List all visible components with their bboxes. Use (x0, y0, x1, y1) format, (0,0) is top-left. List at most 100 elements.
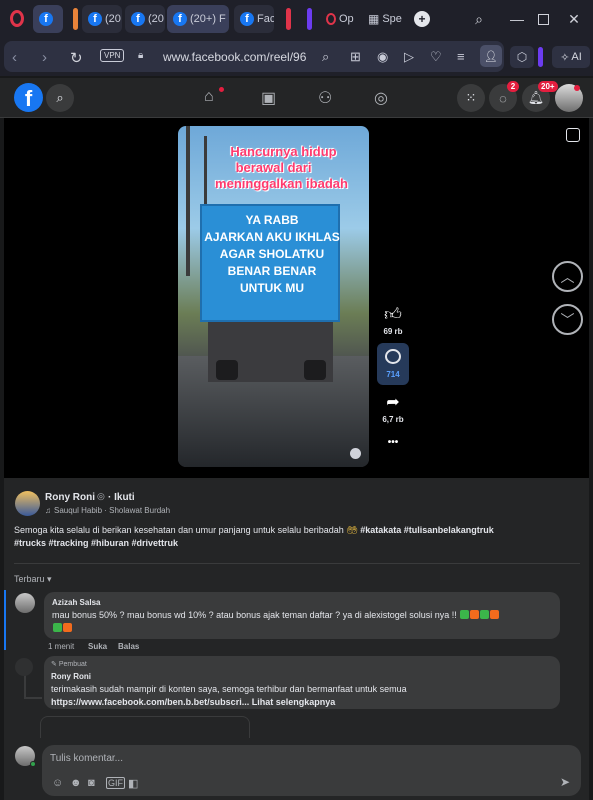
url-text[interactable]: www.facebook.com/reel/96 (163, 50, 306, 64)
comment-like-button[interactable]: Suka (88, 642, 107, 651)
tab-facebook-3[interactable]: f Fac (234, 5, 274, 33)
comment-emoji-row (52, 623, 72, 633)
fire-emoji-icon (470, 610, 480, 619)
comment-sort-dropdown[interactable]: Terbaru ▾ (14, 574, 52, 585)
link-preview-card[interactable] (40, 716, 250, 738)
tab-facebook-active[interactable]: f (20+) F (167, 5, 229, 33)
vpn-badge[interactable]: VPN (100, 49, 125, 62)
profile-button[interactable]: 👤︎ (480, 45, 502, 67)
commenter-name[interactable]: Azizah Salsa (52, 598, 100, 607)
new-tab-button[interactable]: + (411, 8, 433, 30)
tab-group-purple[interactable] (307, 8, 312, 30)
tab-opera[interactable]: Op (320, 5, 360, 33)
follow-link[interactable]: · Ikuti (108, 492, 135, 503)
reload-icon[interactable]: ↻ (70, 49, 83, 67)
search-button[interactable]: ⌕ (46, 84, 74, 112)
facebook-header: f ⌕ ⌂ ▣ ⚇ ◎ ⁙ ◌ 2 🔔︎ 20+ (0, 78, 593, 118)
creator-reply-bubble: ✎ Pembuat Rony Roni terimakasih sudah ma… (44, 656, 560, 709)
music-note-icon: ♫ (45, 506, 51, 515)
friends-icon[interactable]: ⚇ (318, 88, 332, 108)
truck-wheel (304, 360, 326, 380)
reel-video[interactable]: Hancurnya hidup berawal dari meninggalka… (178, 126, 369, 467)
truck-text-line: UNTUK MU (240, 281, 304, 295)
like-icon[interactable]: 👍︎ (382, 304, 404, 325)
easy-setup-icon[interactable]: ≡ (457, 49, 465, 64)
search-page-icon[interactable]: ⌕ (322, 49, 329, 65)
tab-facebook-1[interactable]: f (20 (82, 5, 122, 33)
search-icon: ⌕ (475, 10, 483, 27)
minimize-button[interactable]: — (506, 8, 528, 30)
comments-button[interactable]: 714 (377, 343, 409, 385)
maximize-button[interactable] (532, 8, 554, 30)
home-notification-dot (219, 87, 224, 92)
chevron-down-icon: ﹀ (560, 311, 575, 328)
tab-search-button[interactable]: ⌕ (468, 8, 490, 30)
tab-speed-dial[interactable]: ▦ Spe (362, 5, 402, 33)
back-icon[interactable]: ‹ (12, 49, 17, 66)
translate-icon[interactable]: ⊞ (350, 49, 361, 65)
gif-icon[interactable]: GIF (106, 777, 125, 789)
emoji-icon[interactable]: ☻ (70, 777, 82, 789)
pencil-icon: ✎ (51, 661, 57, 668)
ai-button[interactable]: ✧ AI (552, 46, 590, 68)
caret-down-icon: ▾ (47, 574, 52, 584)
cube-button[interactable]: ⬡ (510, 46, 534, 68)
next-reel-button[interactable]: ﹀ (552, 304, 583, 335)
reply-link[interactable]: https://www.facebook.com/ben.b.bet/subsc… (51, 697, 249, 707)
author-avatar[interactable] (15, 491, 40, 516)
previous-reel-button[interactable]: ︿ (552, 261, 583, 292)
person-icon: 👤︎ (484, 50, 498, 63)
share-icon[interactable]: ➦ (382, 392, 404, 412)
cube-icon: ⬡ (516, 50, 528, 64)
comments-count: 714 (386, 370, 400, 379)
heart-icon[interactable]: ♡ (430, 49, 442, 65)
tab-facebook-pinned[interactable]: f (33, 5, 63, 33)
sticker-icon[interactable]: ◧ (128, 777, 138, 790)
close-window-button[interactable]: ✕ (563, 8, 585, 30)
creator-name[interactable]: Rony Roni (51, 672, 91, 681)
author-name[interactable]: Rony Roni (45, 492, 95, 503)
address-bar[interactable]: ‹ › ↻ VPN 🔒︎ www.facebook.com/reel/96 ⌕ … (4, 41, 504, 72)
composer-placeholder[interactable]: Tulis komentar... (50, 753, 123, 764)
tab-group-red[interactable] (286, 8, 291, 30)
reply-avatar[interactable] (15, 658, 33, 676)
account-notification-dot (574, 85, 580, 91)
picture-in-picture-icon[interactable] (566, 128, 580, 142)
groups-icon[interactable]: ◎ (374, 88, 388, 108)
facebook-favicon-icon: f (240, 12, 254, 26)
forward-icon[interactable]: › (42, 49, 47, 66)
comment-reply-button[interactable]: Balas (118, 642, 139, 651)
sidebar-indicator[interactable] (538, 47, 543, 67)
check-emoji-icon (480, 610, 490, 619)
tab-facebook-2[interactable]: f (20 (125, 5, 165, 33)
tab-group-orange[interactable] (73, 8, 78, 30)
lock-icon[interactable]: 🔒︎ (138, 50, 143, 61)
browser-tab-bar: f f (20 f (20 f (20+) F f Fac Op ▦ Spe + ⌕ — … (0, 0, 593, 38)
see-more-link[interactable]: Lihat selengkapnya (252, 697, 336, 707)
video-icon[interactable]: ▣ (261, 88, 276, 108)
opera-logo-icon[interactable] (10, 10, 24, 27)
music-info[interactable]: Sauqul Habib · Sholawat Burdah (54, 506, 170, 515)
comment-bubble: Azizah Salsa mau bonus 50% ? mau bonus w… (44, 592, 560, 639)
facebook-logo-icon[interactable]: f (14, 83, 43, 112)
commenter-avatar[interactable] (15, 593, 35, 613)
caption-text: Semoga kita selalu di berikan kesehatan … (14, 525, 344, 535)
opera-favicon-icon (326, 13, 336, 25)
more-options-icon[interactable]: ••• (382, 437, 404, 448)
post-caption-line1: Semoga kita selalu di berikan kesehatan … (14, 525, 494, 536)
post-caption-line2[interactable]: #trucks #tracking #hiburan #drivettruk (14, 538, 178, 548)
chevron-up-icon: ︿ (560, 268, 575, 285)
caption-hashtags[interactable]: #katakata #tulisanbelakangtruk (360, 525, 494, 535)
snapshot-icon[interactable]: ◉ (377, 49, 388, 65)
menu-button[interactable]: ⁙ (457, 84, 485, 112)
sparkle-icon: ✧ (560, 51, 570, 64)
avatar-sticker-icon[interactable]: ☺ (52, 777, 63, 789)
comment-composer[interactable]: Tulis komentar... ☺ ☻ ◙ GIF ◧ ➤ (42, 745, 581, 796)
send-comment-icon[interactable]: ➤ (560, 775, 570, 789)
camera-icon[interactable]: ◙ (88, 777, 95, 789)
send-icon[interactable]: ▷ (404, 49, 414, 65)
maximize-icon (537, 13, 549, 25)
truck-text-line: AJARKAN AKU IKHLAS (204, 230, 340, 244)
home-icon[interactable]: ⌂ (204, 88, 214, 106)
video-settings-icon[interactable] (350, 448, 361, 459)
